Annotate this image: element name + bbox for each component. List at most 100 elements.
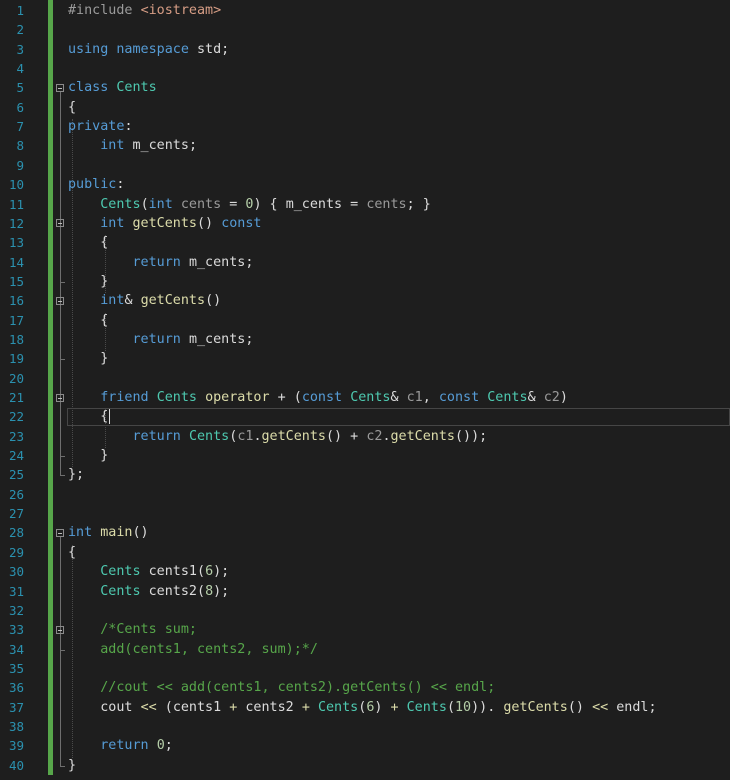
fold-collapse-icon[interactable] (56, 528, 64, 537)
fold-collapse-icon[interactable] (56, 83, 64, 92)
code-line[interactable]: private: (68, 117, 133, 136)
code-line[interactable]: { (68, 233, 108, 252)
code-line[interactable]: return 0; (68, 736, 173, 755)
code-token: m_cents (132, 138, 189, 154)
code-token: ; (164, 738, 173, 754)
code-token: Cents (188, 428, 230, 444)
code-line[interactable]: public: (68, 175, 124, 194)
code-line[interactable]: class Cents (68, 78, 157, 97)
code-line[interactable]: /*Cents sum; (68, 620, 197, 639)
line-number: 3 (16, 41, 24, 57)
code-token: ) { (253, 196, 286, 212)
line-number: 7 (16, 119, 24, 135)
code-token: 10 (455, 699, 472, 715)
fold-collapse-icon[interactable] (56, 393, 64, 402)
code-token: Cents (317, 699, 359, 715)
fold-region-line (60, 537, 61, 766)
code-token: m_cents (188, 254, 246, 270)
code-line[interactable]: { (68, 311, 108, 330)
code-token: { (68, 544, 77, 560)
code-token: << (140, 699, 157, 715)
code-token: c2 (366, 428, 383, 444)
code-line[interactable]: add(cents1, cents2, sum);*/ (68, 640, 318, 659)
code-line[interactable]: int main() (68, 523, 149, 542)
code-line[interactable]: int& getCents() (68, 291, 221, 310)
code-token: () (197, 215, 222, 231)
code-token: () (132, 525, 149, 541)
fold-region-line (60, 402, 61, 457)
line-number: 26 (8, 486, 24, 502)
line-number: 27 (8, 506, 24, 522)
code-line[interactable]: } (68, 272, 108, 291)
code-line[interactable]: int getCents() const (68, 214, 261, 233)
line-number: 1 (16, 3, 24, 18)
fold-collapse-icon[interactable] (56, 625, 64, 634)
code-token: }; (68, 467, 85, 483)
fold-region-end (60, 281, 65, 283)
line-number: 36 (8, 680, 24, 696)
code-line[interactable]: return Cents(c1.getCents() + c2.getCents… (68, 427, 488, 446)
line-number: 23 (8, 428, 24, 444)
fold-collapse-icon[interactable] (56, 296, 64, 305)
code-line[interactable]: return m_cents; (68, 330, 254, 349)
code-line[interactable]: return m_cents; (68, 253, 254, 272)
code-token: getCents (390, 428, 456, 444)
code-token: ; (245, 331, 254, 347)
code-line[interactable]: Cents cents1(6); (68, 562, 229, 581)
code-editor[interactable]: 1 2 3 4 5 6 7 8 9 10 11 12 13 14 15 16 17 18 19 20 21 22 23 24 2… (0, 0, 730, 780)
code-token: namespace (116, 41, 189, 57)
code-line[interactable]: Cents(int cents = 0) { m_cents = cents; … (68, 195, 431, 214)
code-line[interactable]: { (68, 543, 76, 562)
code-token: getCents (503, 699, 568, 715)
code-token: : (124, 119, 133, 135)
line-number: 30 (8, 564, 24, 580)
code-token: main (100, 525, 133, 541)
code-line[interactable]: } (68, 756, 76, 775)
code-line[interactable]: { (68, 98, 76, 117)
code-line[interactable]: Cents cents2(8); (68, 582, 229, 601)
code-token: = (221, 196, 246, 212)
fold-region-line (60, 305, 61, 360)
line-number: 16 (8, 293, 24, 309)
fold-collapse-icon[interactable] (56, 219, 64, 228)
code-line[interactable]: } (68, 349, 108, 368)
line-number: 37 (8, 699, 24, 715)
code-line[interactable]: //cout << add(cents1, cents2).getCents()… (68, 678, 495, 697)
code-token: cents1 (172, 699, 222, 715)
code-token: cents2 (245, 699, 294, 715)
code-token: { (68, 312, 109, 328)
code-token: 6 (205, 564, 214, 580)
code-line[interactable]: }; (68, 465, 84, 484)
code-line[interactable]: int m_cents; (68, 136, 197, 155)
code-token: & (390, 390, 407, 405)
code-line[interactable]: using namespace std; (68, 40, 229, 59)
code-token: friend (100, 390, 149, 405)
code-line[interactable]: #include <iostream> (68, 1, 221, 20)
line-number: 29 (8, 544, 24, 560)
line-number: 25 (8, 467, 24, 483)
code-line[interactable]: } (68, 446, 108, 465)
code-line[interactable]: cout << (cents1 + cents2 + Cents(6) + Ce… (68, 698, 656, 717)
code-token: ( (197, 583, 206, 599)
code-line[interactable]: { (68, 407, 108, 426)
code-token: ( (140, 196, 149, 212)
line-number: 5 (16, 80, 24, 96)
fold-region-line (60, 227, 61, 282)
code-token: c2 (543, 390, 560, 405)
code-line[interactable]: friend Cents operator + (const Cents& c1… (68, 388, 568, 407)
code-token: getCents (132, 215, 198, 231)
line-number: 24 (8, 448, 24, 464)
code-token: ()); (455, 428, 488, 444)
line-number: 14 (8, 254, 24, 270)
